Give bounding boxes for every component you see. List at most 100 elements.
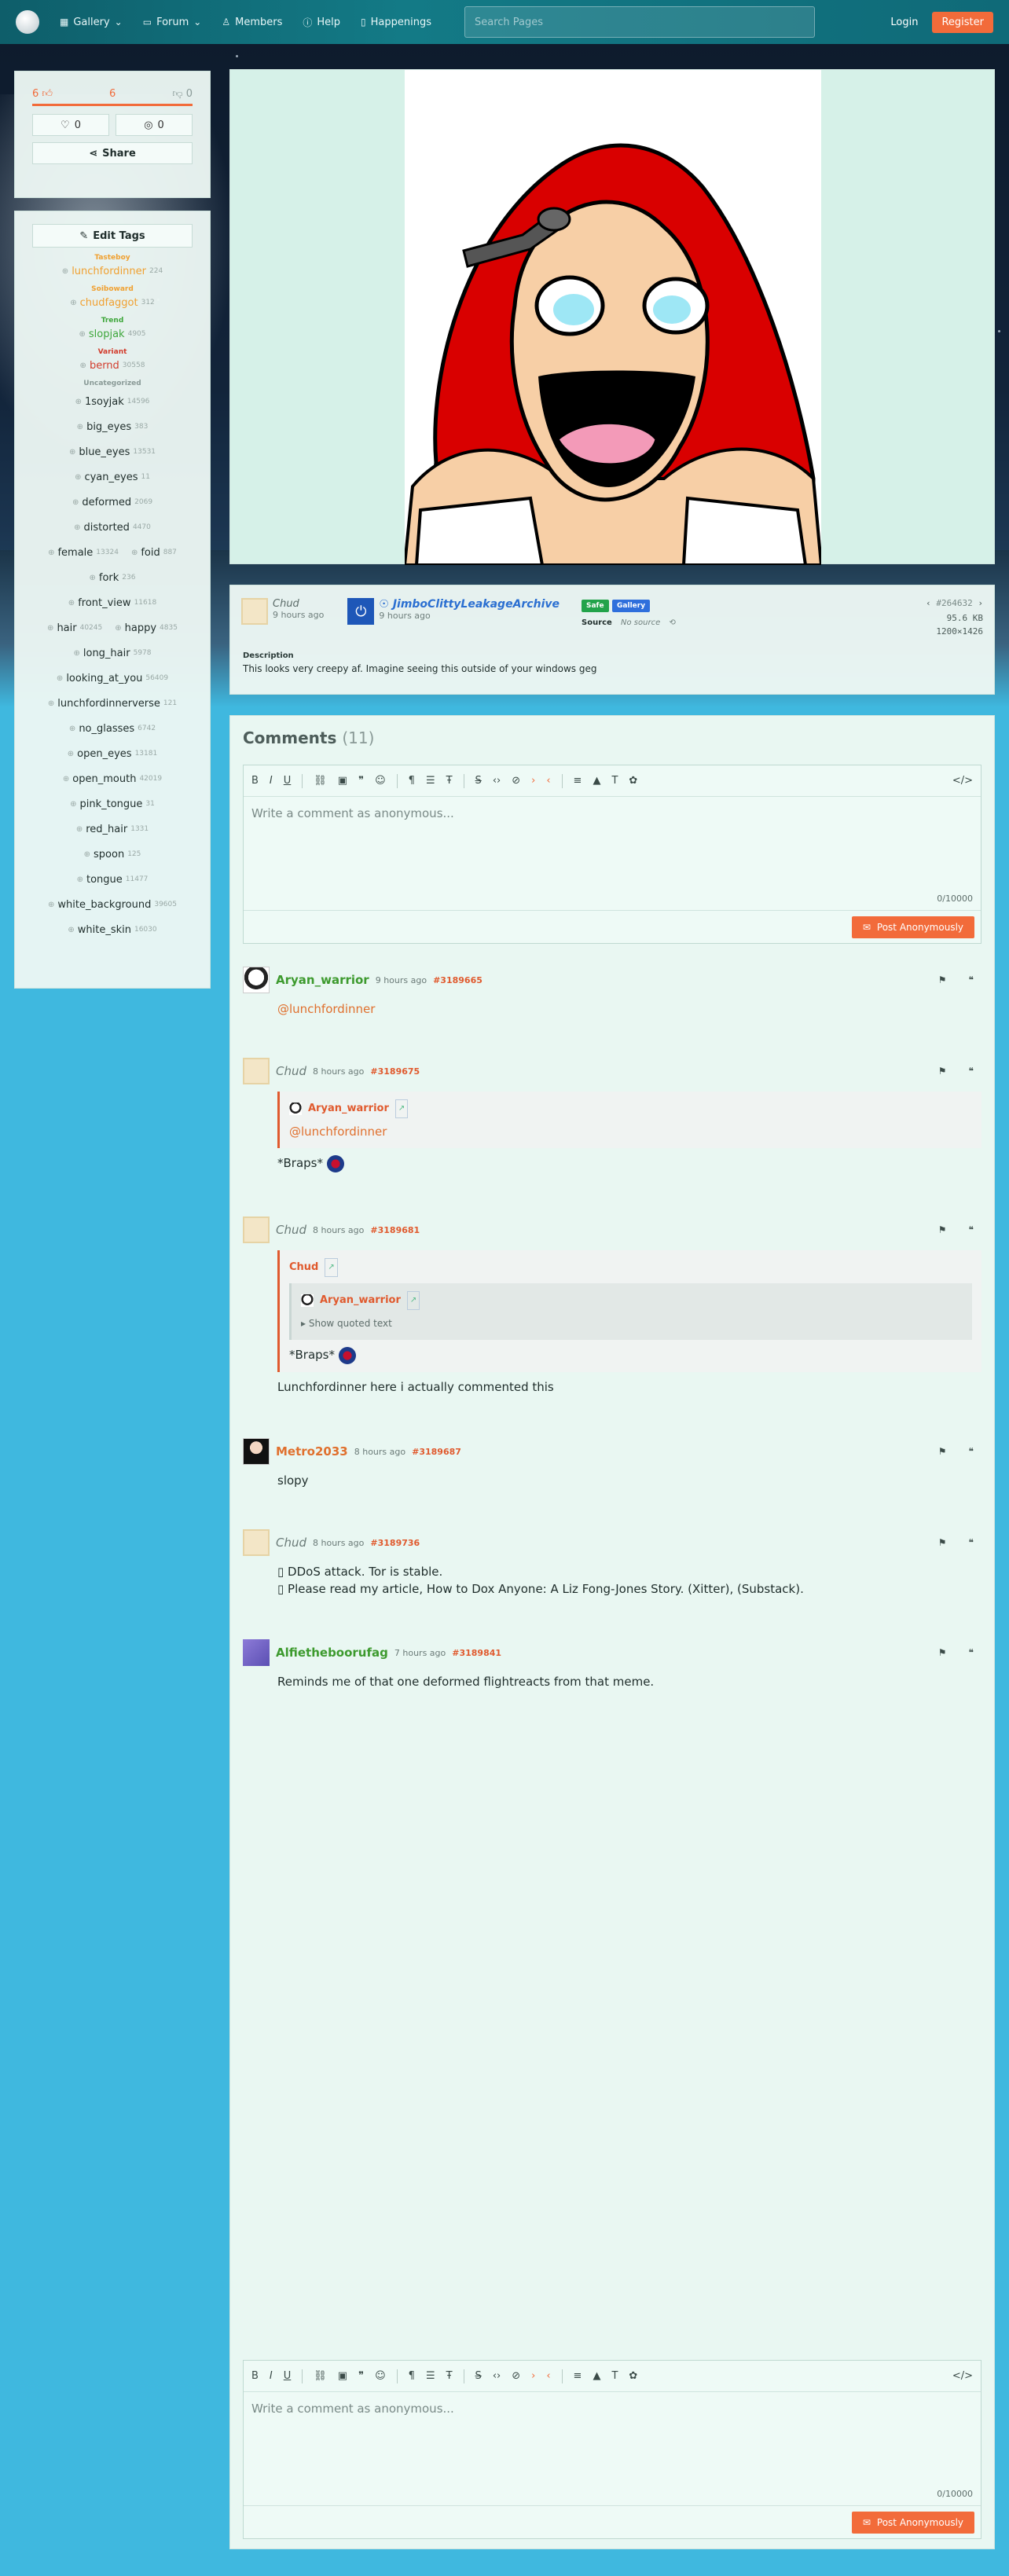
tag-link[interactable]: ⊕ no_glasses 6742 xyxy=(69,723,156,735)
tag-add-icon[interactable]: ⊕ xyxy=(74,523,80,532)
bold-icon[interactable]: B xyxy=(251,775,259,787)
tag-add-icon[interactable]: ⊕ xyxy=(48,549,54,557)
link-icon[interactable]: ⛓ xyxy=(314,2370,327,2382)
source-code-icon[interactable]: </> xyxy=(952,2370,973,2382)
tag-link[interactable]: ⊕ cyan_eyes 11 xyxy=(75,472,150,483)
commenter-name[interactable]: Chud xyxy=(276,1536,306,1550)
tag-add-icon[interactable]: ⊕ xyxy=(70,800,76,809)
gallery-badge[interactable]: Gallery xyxy=(612,600,651,612)
image-icon[interactable]: ▣ xyxy=(338,2370,347,2382)
color-icon[interactable]: ▲ xyxy=(593,775,600,787)
tag-link[interactable]: ⊕ red_hair 1331 xyxy=(76,824,149,835)
commenter-name[interactable]: Chud xyxy=(276,1223,306,1237)
tag-add-icon[interactable]: ⊕ xyxy=(115,624,121,633)
tag-add-icon[interactable]: ⊕ xyxy=(79,330,86,339)
tag-link[interactable]: ⊕ big_eyes 383 xyxy=(77,421,149,433)
bold-icon[interactable]: B xyxy=(251,2370,259,2382)
strikethrough-icon[interactable]: S xyxy=(475,775,482,787)
downvote-button[interactable]: 👎︎ 0 xyxy=(172,88,193,100)
spoiler-icon[interactable]: ⊘ xyxy=(512,2370,520,2382)
tag-link[interactable]: ⊕ long_hair 5978 xyxy=(73,648,151,659)
tag-add-icon[interactable]: ⊕ xyxy=(75,398,82,406)
nav-members[interactable]: ♙ Members xyxy=(222,17,282,28)
underline-icon[interactable]: U xyxy=(284,775,292,787)
tag-link[interactable]: ⊕ hair 40245 xyxy=(47,622,102,634)
jump-icon[interactable]: ↗ xyxy=(406,1291,420,1310)
uploader-name[interactable]: Chud xyxy=(273,598,324,610)
jump-icon[interactable]: ↗ xyxy=(325,1258,338,1277)
tag-link[interactable]: ⊕ spoon 125 xyxy=(84,849,141,861)
text-size-icon[interactable]: Ŧ xyxy=(446,2370,453,2382)
heading-icon[interactable]: ¶ xyxy=(409,775,415,787)
emoji-icon[interactable]: ☺ xyxy=(375,775,386,787)
italic-icon[interactable]: I xyxy=(270,775,273,787)
tag-add-icon[interactable]: ⊕ xyxy=(68,599,75,607)
report-icon[interactable]: ⚑ xyxy=(938,1446,947,1457)
uploader-avatar[interactable] xyxy=(241,598,268,625)
tag-link[interactable]: ⊕ white_background 39605 xyxy=(48,899,177,911)
show-quoted-toggle[interactable]: ▸ Show quoted text xyxy=(301,1315,963,1332)
quote-author[interactable]: Aryan_warrior xyxy=(308,1100,389,1117)
source-code-icon[interactable]: </> xyxy=(952,775,973,787)
hide-button[interactable]: ◎ 0 xyxy=(116,114,193,136)
post-anonymously-button-bottom[interactable]: ✉ Post Anonymously xyxy=(851,2511,974,2534)
tag-add-icon[interactable]: ⊕ xyxy=(77,423,83,431)
tag-add-icon[interactable]: ⊕ xyxy=(62,267,68,276)
nested-quote-author[interactable]: Aryan_warrior xyxy=(320,1292,401,1309)
tag-link[interactable]: ⊕ looking_at_you 56409 xyxy=(57,673,168,684)
favorite-button[interactable]: ♡ 0 xyxy=(32,114,109,136)
underline-icon[interactable]: U xyxy=(284,2370,292,2382)
reply-quote-icon[interactable]: ❝ xyxy=(969,1446,974,1457)
code-icon[interactable]: ‹› xyxy=(493,2370,501,2382)
list-icon[interactable]: ☰ xyxy=(426,775,435,787)
tag-link[interactable]: ⊕ lunchfordinnerverse 121 xyxy=(48,698,177,710)
tag-add-icon[interactable]: ⊕ xyxy=(131,549,138,557)
spoiler-icon[interactable]: ⊘ xyxy=(512,775,520,787)
tag-add-icon[interactable]: ⊕ xyxy=(68,750,74,758)
tag-add-icon[interactable]: ⊕ xyxy=(70,299,76,307)
post-image[interactable] xyxy=(405,70,821,565)
tag-add-icon[interactable]: ⊕ xyxy=(48,901,54,909)
prev-post-icon[interactable]: ‹ xyxy=(926,598,931,608)
tag-link[interactable]: ⊕ 1soyjak 14596 xyxy=(75,396,150,408)
login-link[interactable]: Login xyxy=(890,17,918,28)
align-icon[interactable]: ≡ xyxy=(574,775,582,787)
greentext-icon[interactable]: › xyxy=(531,775,535,787)
mention-link[interactable]: @lunchfordinner xyxy=(277,1002,375,1016)
quote-author[interactable]: Chud xyxy=(289,1259,318,1276)
tag-add-icon[interactable]: ⊕ xyxy=(57,674,63,683)
tag-add-icon[interactable]: ⊕ xyxy=(84,850,90,859)
list-icon[interactable]: ☰ xyxy=(426,2370,435,2382)
tag-add-icon[interactable]: ⊕ xyxy=(75,473,81,482)
tag-add-icon[interactable]: ⊕ xyxy=(63,775,69,783)
approver-name[interactable]: ☉ JimboClittyLeakageArchive xyxy=(379,598,560,611)
rating-badge[interactable]: Safe xyxy=(582,600,609,612)
commenter-avatar[interactable] xyxy=(243,1438,270,1465)
orangetext-icon[interactable]: ‹ xyxy=(546,775,550,787)
code-icon[interactable]: ‹› xyxy=(493,775,501,787)
tag-link[interactable]: ⊕ chudfaggot 312 xyxy=(70,297,155,309)
comment-id-link[interactable]: #3189681 xyxy=(370,1225,420,1235)
tag-add-icon[interactable]: ⊕ xyxy=(72,498,79,507)
tag-link[interactable]: ⊕ open_eyes 13181 xyxy=(68,748,157,760)
tag-link[interactable]: ⊕ blue_eyes 13531 xyxy=(69,446,156,458)
tag-link[interactable]: ⊕ deformed 2069 xyxy=(72,497,152,508)
tag-link[interactable]: ⊕ pink_tongue 31 xyxy=(70,798,155,810)
approver-avatar[interactable]: ⏻ xyxy=(347,598,375,625)
commenter-name[interactable]: Alfietheboorufag xyxy=(276,1646,388,1660)
heading-icon[interactable]: ¶ xyxy=(409,2370,415,2382)
orangetext-icon[interactable]: ‹ xyxy=(546,2370,550,2382)
tag-add-icon[interactable]: ⊕ xyxy=(90,574,96,582)
reply-quote-icon[interactable]: ❝ xyxy=(969,974,974,985)
share-button[interactable]: ⋖ Share xyxy=(32,142,193,164)
tag-add-icon[interactable]: ⊕ xyxy=(69,448,75,457)
reply-quote-icon[interactable]: ❝ xyxy=(969,1066,974,1077)
comment-input-bottom[interactable]: Write a comment as anonymous... 0/10000 xyxy=(244,2392,981,2505)
comment-id-link[interactable]: #3189841 xyxy=(452,1648,501,1658)
palette-icon[interactable]: ✿ xyxy=(629,775,637,787)
mention-link[interactable]: @lunchfordinner xyxy=(289,1123,972,1140)
tag-add-icon[interactable]: ⊕ xyxy=(77,875,83,884)
color-icon[interactable]: ▲ xyxy=(593,2370,600,2382)
commenter-avatar[interactable] xyxy=(243,1639,270,1666)
tag-link[interactable]: ⊕ slopjak 4905 xyxy=(79,328,146,340)
